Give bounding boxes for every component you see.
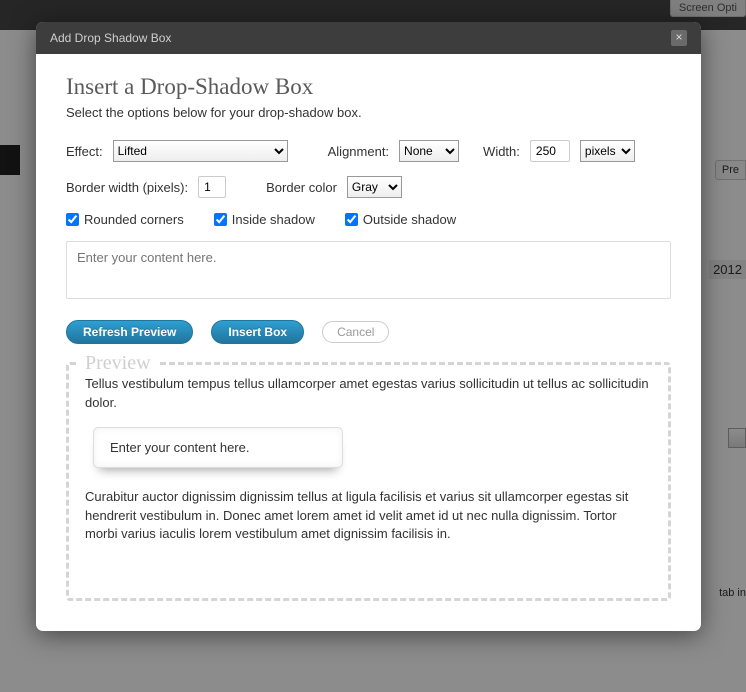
input-width[interactable] bbox=[530, 140, 570, 162]
preview-label: Preview bbox=[79, 352, 157, 375]
text-inside: Inside shadow bbox=[232, 212, 315, 227]
label-alignment: Alignment: bbox=[328, 144, 389, 159]
form-row-2: Border width (pixels): Border color Gray bbox=[66, 176, 671, 198]
checkbox-outside-label[interactable]: Outside shadow bbox=[345, 212, 456, 227]
checkbox-rounded-label[interactable]: Rounded corners bbox=[66, 212, 184, 227]
label-border-color: Border color bbox=[266, 180, 337, 195]
drop-shadow-box-preview: Enter your content here. bbox=[93, 427, 343, 468]
dialog-body: Insert a Drop-Shadow Box Select the opti… bbox=[36, 54, 701, 631]
preview-paragraph-1: Tellus vestibulum tempus tellus ullamcor… bbox=[85, 375, 652, 413]
select-border-color[interactable]: Gray bbox=[347, 176, 402, 198]
text-outside: Outside shadow bbox=[363, 212, 456, 227]
insert-box-button[interactable]: Insert Box bbox=[211, 320, 304, 344]
label-border-width: Border width (pixels): bbox=[66, 180, 188, 195]
checkbox-inside-label[interactable]: Inside shadow bbox=[214, 212, 315, 227]
button-row: Refresh Preview Insert Box Cancel bbox=[66, 320, 671, 344]
preview-container: Preview Tellus vestibulum tempus tellus … bbox=[66, 362, 671, 601]
dialog-title: Add Drop Shadow Box bbox=[50, 31, 171, 45]
label-width: Width: bbox=[483, 144, 520, 159]
checkbox-inside[interactable] bbox=[214, 213, 227, 226]
dialog-add-drop-shadow: Add Drop Shadow Box × Insert a Drop-Shad… bbox=[36, 22, 701, 631]
close-icon[interactable]: × bbox=[671, 30, 687, 46]
select-effect[interactable]: Lifted bbox=[113, 140, 288, 162]
text-rounded: Rounded corners bbox=[84, 212, 184, 227]
textarea-content[interactable] bbox=[66, 241, 671, 299]
checkbox-rounded[interactable] bbox=[66, 213, 79, 226]
dialog-title-bar: Add Drop Shadow Box × bbox=[36, 22, 701, 54]
label-effect: Effect: bbox=[66, 144, 103, 159]
page-subtext: Select the options below for your drop-s… bbox=[66, 105, 671, 120]
checkbox-outside[interactable] bbox=[345, 213, 358, 226]
select-alignment[interactable]: None bbox=[399, 140, 459, 162]
refresh-preview-button[interactable]: Refresh Preview bbox=[66, 320, 193, 344]
select-units[interactable]: pixels bbox=[580, 140, 635, 162]
page-heading: Insert a Drop-Shadow Box bbox=[66, 74, 671, 100]
input-border-width[interactable] bbox=[198, 176, 226, 198]
preview-paragraph-2: Curabitur auctor dignissim dignissim tel… bbox=[85, 488, 652, 545]
form-row-1: Effect: Lifted Alignment: None Width: pi… bbox=[66, 140, 671, 162]
checkbox-group: Rounded corners Inside shadow Outside sh… bbox=[66, 212, 671, 227]
cancel-button[interactable]: Cancel bbox=[322, 321, 389, 343]
